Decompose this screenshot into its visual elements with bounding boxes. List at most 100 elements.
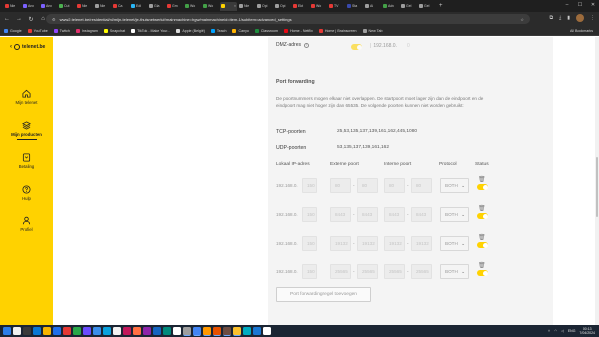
taskbar-app-icon[interactable] <box>243 327 251 335</box>
taskbar-app-icon[interactable] <box>213 327 221 335</box>
browser-tab[interactable]: Wo <box>310 2 327 11</box>
taskbar-app-icon[interactable] <box>113 327 121 335</box>
bookmark-item[interactable]: Snapchat <box>103 28 125 33</box>
browser-tab[interactable]: Cut <box>58 2 75 11</box>
bookmark-item[interactable]: Apple (België) <box>176 28 205 33</box>
sidepanel-icon[interactable]: ▮ <box>567 15 570 21</box>
protocol-select[interactable]: BOTH ⌄ <box>440 207 469 222</box>
bookmark-item[interactable]: Twitch <box>53 28 70 33</box>
reload-icon[interactable]: ↻ <box>27 16 35 23</box>
bookmark-item[interactable]: Home | Brainscreen <box>318 28 357 33</box>
wifi-icon[interactable]: ◠ <box>554 329 557 333</box>
profile-avatar[interactable] <box>576 14 584 22</box>
browser-tab[interactable]: Nie <box>76 2 93 11</box>
bookmark-item[interactable]: YouTube <box>27 28 48 33</box>
taskbar-app-icon[interactable] <box>123 327 131 335</box>
back-icon[interactable]: ← <box>3 16 11 22</box>
extensions-icon[interactable]: ⧉ <box>549 15 553 21</box>
internal-port-start-input[interactable]: 25565 <box>384 264 405 279</box>
trash-icon[interactable]: 🗑 <box>478 205 486 212</box>
scrollbar-thumb[interactable] <box>596 157 598 217</box>
taskbar-app-icon[interactable] <box>93 327 101 335</box>
browser-tab[interactable]: × <box>220 1 237 11</box>
status-toggle[interactable] <box>477 242 488 248</box>
bookmark-item[interactable]: Home - Netflix <box>284 28 313 33</box>
dmz-ip-field[interactable]: | 192.168.0. 0 <box>370 43 410 49</box>
protocol-select[interactable]: BOTH ⌄ <box>440 236 469 251</box>
clock[interactable]: 00:13 7/04/2024 <box>579 327 595 335</box>
internal-port-start-input[interactable]: 80 <box>384 178 405 193</box>
external-port-end-input[interactable]: 80 <box>357 178 378 193</box>
browser-tab[interactable]: Wo <box>184 2 201 11</box>
forward-icon[interactable]: → <box>15 16 23 22</box>
taskbar-app-icon[interactable] <box>263 327 271 335</box>
bookmark-item[interactable]: Google <box>4 28 22 33</box>
browser-tab[interactable]: Gla <box>148 2 165 11</box>
taskbar-app-icon[interactable] <box>63 327 71 335</box>
bookmark-item[interactable]: Canyo <box>232 28 249 33</box>
browser-tab[interactable]: Anx <box>40 2 57 11</box>
site-info-icon[interactable]: ⚙ <box>52 17 56 22</box>
taskbar-app-icon[interactable] <box>43 327 51 335</box>
bookmark-star-icon[interactable]: ☆ <box>520 17 524 22</box>
taskbar-app-icon[interactable] <box>73 327 81 335</box>
local-ip-last-input[interactable]: 150 <box>302 236 317 251</box>
bookmark-item[interactable]: New Tab <box>362 28 382 33</box>
protocol-select[interactable]: BOTH ⌄ <box>440 178 469 193</box>
external-port-start-input[interactable]: 19132 <box>330 236 351 251</box>
taskbar-app-icon[interactable] <box>83 327 91 335</box>
sidebar-item-mijn-producten[interactable]: Mijn producten <box>0 121 53 140</box>
browser-tab[interactable]: Sta <box>346 2 363 11</box>
taskbar-app-icon[interactable] <box>103 327 111 335</box>
tab-close-icon[interactable]: × <box>234 4 236 8</box>
chevron-up-icon[interactable]: ˄ <box>548 329 550 333</box>
bookmark-item[interactable]: Instagram <box>75 28 98 33</box>
browser-tab[interactable]: Ekt <box>292 2 309 11</box>
status-toggle[interactable] <box>477 213 488 219</box>
status-toggle[interactable] <box>477 184 488 190</box>
sidebar-item-betaling[interactable]: Betaling <box>0 153 53 169</box>
taskbar-app-icon[interactable] <box>33 327 41 335</box>
bookmark-item[interactable]: Teach <box>210 28 226 33</box>
dmz-toggle[interactable] <box>351 44 362 50</box>
taskbar-app-icon[interactable] <box>193 327 201 335</box>
browser-tab[interactable]: Gel <box>418 2 435 11</box>
external-port-end-input[interactable]: 8443 <box>357 207 378 222</box>
sidebar-item-mijn-telenet[interactable]: Mijn telenet <box>0 89 53 105</box>
search-icon[interactable] <box>13 327 21 335</box>
menu-icon[interactable]: ⋮ <box>590 15 595 21</box>
bookmark-item[interactable]: TikTok - Make Your... <box>131 28 170 33</box>
local-ip-last-input[interactable]: 150 <box>302 207 317 222</box>
browser-tab[interactable]: Ai <box>364 2 381 11</box>
browser-tab[interactable]: Edi <box>130 2 147 11</box>
volume-icon[interactable]: ◁ <box>561 329 564 333</box>
page-scrollbar[interactable] <box>595 37 599 325</box>
trash-icon[interactable]: 🗑 <box>478 234 486 241</box>
browser-tab[interactable]: Gm <box>166 2 183 11</box>
protocol-select[interactable]: BOTH ⌄ <box>440 264 469 279</box>
taskbar-app-icon[interactable] <box>173 327 181 335</box>
browser-tab[interactable]: Opi <box>274 2 291 11</box>
browser-tab[interactable]: Ca <box>112 2 129 11</box>
taskbar-app-icon[interactable] <box>223 327 231 335</box>
start-icon[interactable] <box>3 327 11 335</box>
browser-tab[interactable]: Gel <box>400 2 417 11</box>
external-port-start-input[interactable]: 80 <box>330 178 351 193</box>
taskbar-app-icon[interactable] <box>183 327 191 335</box>
minimize-icon[interactable]: – <box>563 2 571 8</box>
trash-icon[interactable]: 🗑 <box>478 176 486 183</box>
taskbar-app-icon[interactable] <box>53 327 61 335</box>
maximize-icon[interactable]: ☐ <box>576 2 584 8</box>
all-bookmarks-button[interactable]: All Bookmarks <box>570 29 593 33</box>
taskbar-app-icon[interactable] <box>153 327 161 335</box>
browser-tab[interactable]: TV <box>328 2 345 11</box>
external-port-start-input[interactable]: 25565 <box>330 264 351 279</box>
sidebar-item-profiel[interactable]: Profiel <box>0 216 53 232</box>
language-indicator[interactable]: ENG <box>568 329 576 333</box>
external-port-start-input[interactable]: 8443 <box>330 207 351 222</box>
browser-tab[interactable]: Nie <box>238 2 255 11</box>
internal-port-start-input[interactable]: 19132 <box>384 236 405 251</box>
local-ip-last-input[interactable]: 150 <box>302 264 317 279</box>
status-toggle[interactable] <box>477 270 488 276</box>
internal-port-end-input[interactable]: 80 <box>411 178 432 193</box>
